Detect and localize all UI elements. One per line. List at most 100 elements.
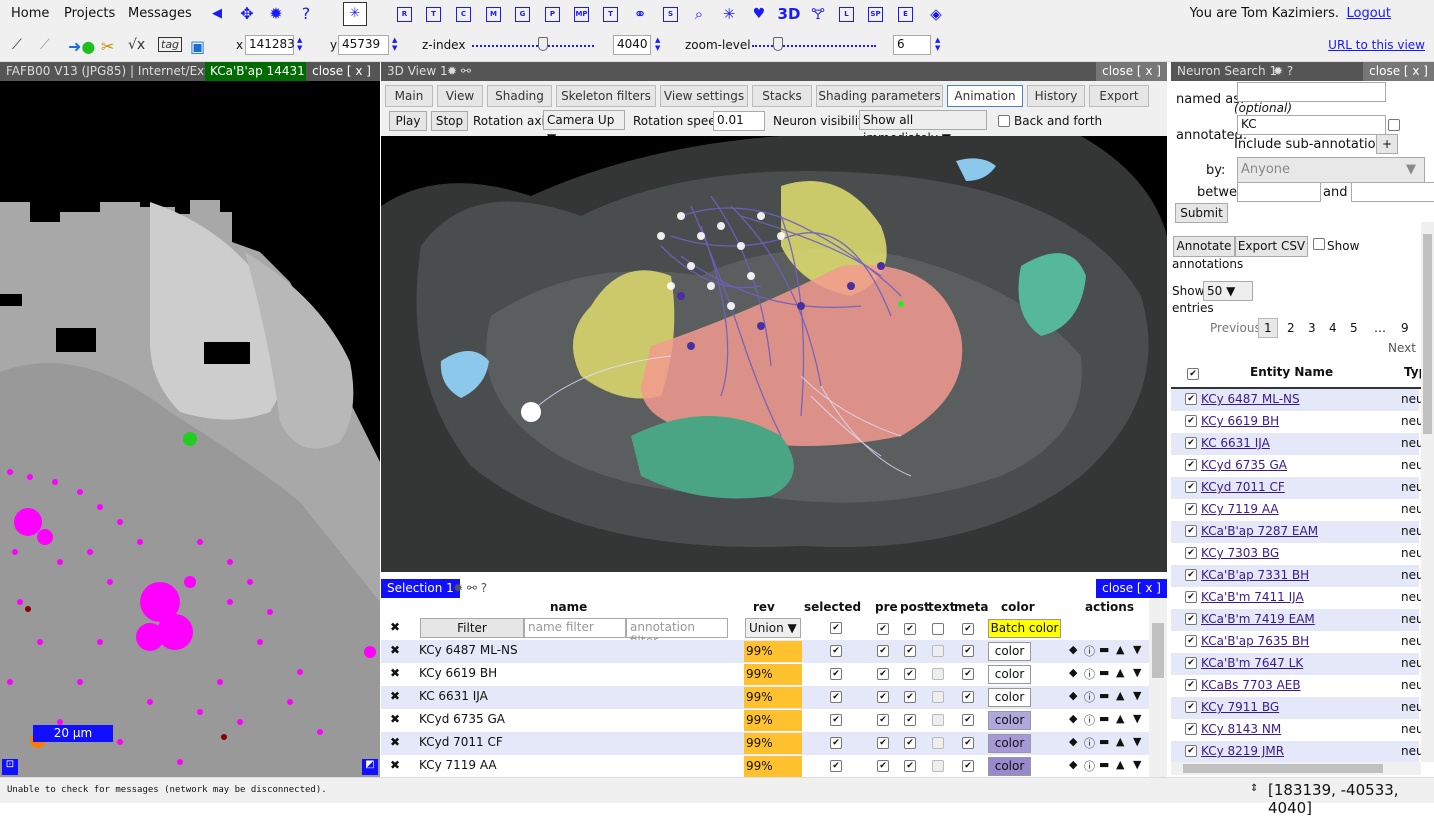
list-item[interactable]: ✔ KCy 8219 JMR neu <box>1171 741 1424 763</box>
neuron-link[interactable]: KCa'B'm 7419 EAM <box>1201 612 1315 626</box>
move-up-icon[interactable]: ▲ <box>1116 712 1124 725</box>
annotation-filter-input[interactable]: annotation filter <box>626 618 728 648</box>
remove-row-icon[interactable]: ✖ <box>390 712 400 726</box>
neuron-link[interactable]: KCy 8143 NM <box>1201 722 1281 736</box>
gear-icon[interactable]: ✹ <box>267 5 285 23</box>
zoom-level-spinner[interactable]: ▲ ▼ <box>935 36 940 52</box>
tab-view-settings[interactable]: View settings <box>660 85 748 107</box>
info-icon[interactable]: ⓘ <box>1084 666 1095 682</box>
text-checkbox[interactable] <box>932 760 944 772</box>
tab-animation[interactable]: Animation <box>947 85 1023 107</box>
post-checkbox[interactable]: ✔ <box>904 668 916 680</box>
s-icon[interactable]: S <box>663 7 678 22</box>
star-icon[interactable]: ✳ <box>720 5 738 23</box>
color-button[interactable]: color <box>988 734 1031 753</box>
date-to-input[interactable] <box>1351 182 1434 202</box>
home-link[interactable]: Home <box>11 6 49 21</box>
selected-checkbox[interactable]: ✔ <box>830 760 842 772</box>
neuron-name[interactable]: KCyd 7011 CF <box>419 735 503 749</box>
neuron-link[interactable]: KCa'B'm 7647 LK <box>1201 656 1303 670</box>
result-checkbox[interactable]: ✔ <box>1185 613 1197 625</box>
page-link[interactable]: … <box>1374 321 1386 335</box>
pre-checkbox[interactable]: ✔ <box>877 714 889 726</box>
move-down-icon[interactable]: ▼ <box>1133 689 1141 702</box>
result-checkbox[interactable]: ✔ <box>1185 393 1197 405</box>
neuron-link[interactable]: KCy 7119 AA <box>1201 502 1279 516</box>
all-pre-checkbox[interactable]: ✔ <box>877 623 889 635</box>
tag-action-icon[interactable]: ◆ <box>1069 735 1077 748</box>
tab-main[interactable]: Main <box>385 85 433 107</box>
stack-layer-icon[interactable]: ◩ <box>362 759 378 775</box>
named-as-input[interactable] <box>1237 82 1386 102</box>
tab-export[interactable]: Export <box>1089 85 1149 107</box>
next-page-link[interactable]: Next <box>1388 341 1416 355</box>
skeleton-tool-icon[interactable]: ⟋ <box>12 37 22 53</box>
pre-checkbox[interactable]: ✔ <box>877 691 889 703</box>
meta-checkbox[interactable]: ✔ <box>962 645 974 657</box>
z-index-slider-handle[interactable] <box>537 37 548 51</box>
result-checkbox[interactable]: ✔ <box>1185 591 1197 603</box>
3d-view-close-button[interactable]: close [ x ] <box>1096 62 1167 81</box>
add-annotation-button[interactable]: + <box>1376 134 1398 154</box>
color-button[interactable]: color <box>988 665 1031 684</box>
stack-settings-icon[interactable]: ⊡ <box>2 759 18 775</box>
list-item[interactable]: ✔ KC 6631 IJA neu <box>1171 433 1424 455</box>
select-all-results-checkbox[interactable]: ✔ <box>1187 368 1199 380</box>
selected-checkbox[interactable]: ✔ <box>830 737 842 749</box>
meta-checkbox[interactable]: ✔ <box>962 668 974 680</box>
folder-icon[interactable]: ▬ <box>1099 643 1109 656</box>
info-icon[interactable]: ⓘ <box>1084 689 1095 705</box>
skeleton-edit-icon[interactable]: ⟋ <box>40 37 50 53</box>
result-checkbox[interactable]: ✔ <box>1185 745 1197 757</box>
sp-icon[interactable]: SP <box>868 7 883 22</box>
annotate-button[interactable]: Annotate <box>1173 236 1235 257</box>
meta-checkbox[interactable]: ✔ <box>962 737 974 749</box>
list-item[interactable]: ✔ KCyd 6735 GA neu <box>1171 455 1424 477</box>
pre-checkbox[interactable]: ✔ <box>877 737 889 749</box>
col-name[interactable]: name <box>550 600 587 614</box>
text-checkbox[interactable] <box>932 691 944 703</box>
tag-icon[interactable]: tag <box>158 37 183 52</box>
result-checkbox[interactable]: ✔ <box>1185 525 1197 537</box>
x-spinner[interactable]: ▲ ▼ <box>297 36 302 52</box>
info-icon[interactable]: ⓘ <box>1084 758 1095 774</box>
info-icon[interactable]: ⓘ <box>1084 735 1095 751</box>
move-down-icon[interactable]: ▼ <box>1133 643 1141 656</box>
neuron-link[interactable]: KCy 7911 BG <box>1201 700 1279 714</box>
list-item[interactable]: ✔ KCa'B'ap 7287 EAM neu <box>1171 521 1424 543</box>
result-checkbox[interactable]: ✔ <box>1185 459 1197 471</box>
result-checkbox[interactable]: ✔ <box>1185 657 1197 669</box>
move-down-icon[interactable]: ▼ <box>1133 712 1141 725</box>
neuron-link[interactable]: KCa'B'ap 7635 BH <box>1201 634 1309 648</box>
zoom-level-input[interactable]: 6 <box>893 35 931 55</box>
g-icon[interactable]: G <box>515 7 530 22</box>
neuron-link[interactable]: KCy 7303 BG <box>1201 546 1279 560</box>
col-selected[interactable]: selected <box>804 600 861 614</box>
entries-select[interactable]: 50 ▼ <box>1203 281 1253 301</box>
result-checkbox[interactable]: ✔ <box>1185 701 1197 713</box>
z-index-spinner[interactable]: ▲ ▼ <box>655 36 660 52</box>
list-item[interactable]: ✔ KCy 8143 NM neu <box>1171 719 1424 741</box>
logout-link[interactable]: Logout <box>1346 6 1391 21</box>
remove-row-icon[interactable]: ✖ <box>390 666 400 680</box>
name-filter-input[interactable]: name filter <box>524 618 626 638</box>
tag-action-icon[interactable]: ◆ <box>1069 758 1077 771</box>
filter-button[interactable]: Filter <box>420 618 524 638</box>
neuron-link[interactable]: KCa'B'm 7411 IJA <box>1201 590 1304 604</box>
submit-button[interactable]: Submit <box>1175 203 1228 223</box>
page-link[interactable]: 9 <box>1401 321 1409 335</box>
move-down-icon[interactable]: ▼ <box>1133 758 1141 771</box>
move-up-icon[interactable]: ▲ <box>1116 666 1124 679</box>
text-checkbox[interactable] <box>932 668 944 680</box>
list-item[interactable]: ✔ KCyd 7011 CF neu <box>1171 477 1424 499</box>
p-icon[interactable]: P <box>545 7 560 22</box>
remove-row-icon[interactable]: ✖ <box>390 689 400 703</box>
tab-history[interactable]: History <box>1027 85 1085 107</box>
venn-icon[interactable]: ⚭ <box>631 5 649 23</box>
date-from-input[interactable] <box>1237 182 1321 202</box>
list-item[interactable]: ✔ KCa'B'm 7647 LK neu <box>1171 653 1424 675</box>
color-button[interactable]: color <box>988 642 1031 661</box>
pre-checkbox[interactable]: ✔ <box>877 760 889 772</box>
search-icon[interactable]: ⌕ <box>690 5 708 23</box>
move-up-icon[interactable]: ▲ <box>1116 758 1124 771</box>
